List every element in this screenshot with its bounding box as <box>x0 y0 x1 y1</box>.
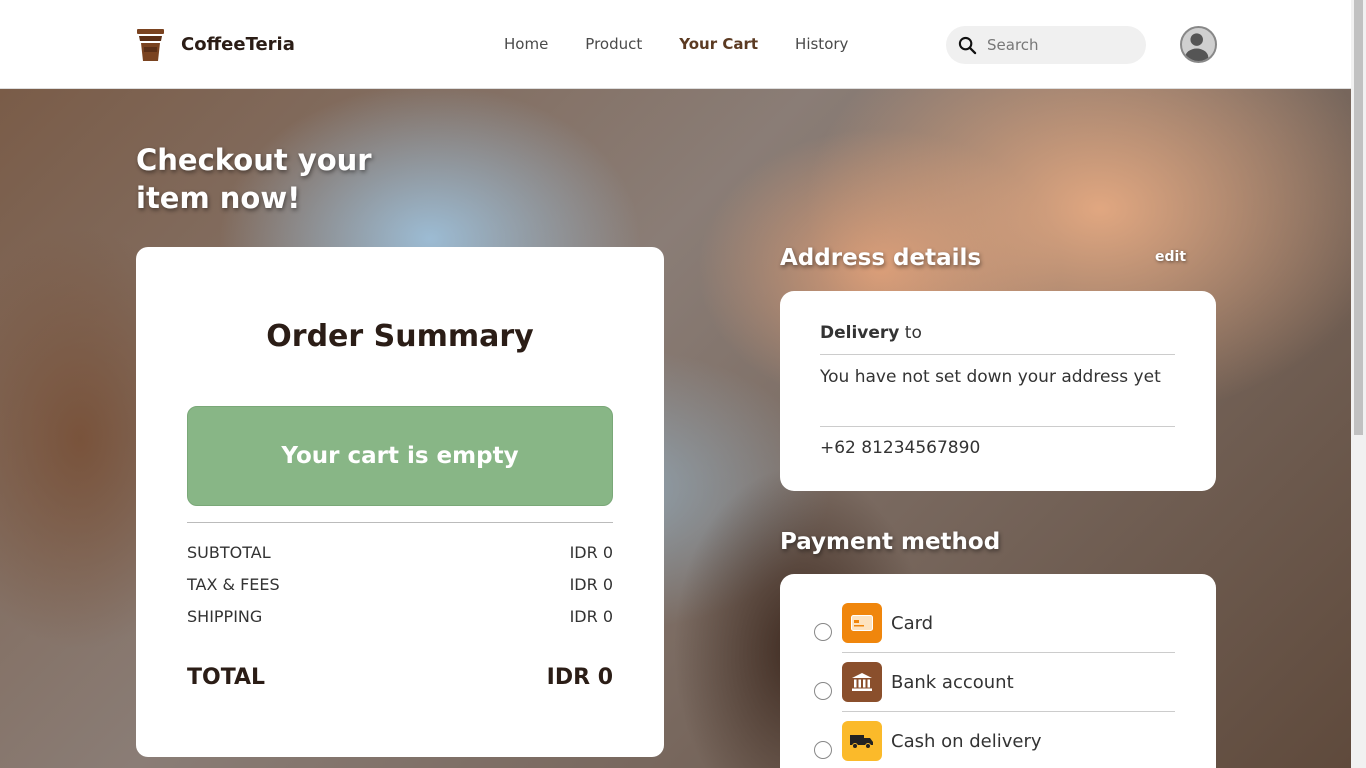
tax-fees-value: IDR 0 <box>569 575 613 594</box>
address-text: You have not set down your address yet <box>820 367 1161 387</box>
coffee-cup-icon[interactable] <box>137 29 164 61</box>
address-divider <box>820 426 1175 427</box>
delivery-line: Delivery to <box>820 320 1175 347</box>
total-value: IDR 0 <box>546 665 613 690</box>
nav-product[interactable]: Product <box>585 35 642 53</box>
subtotal-label: SUBTOTAL <box>187 543 271 562</box>
shipping-label: SHIPPING <box>187 607 263 626</box>
edit-address-link[interactable]: edit <box>1155 249 1186 265</box>
top-navbar: CoffeeTeria Home Product Your Cart Histo… <box>0 0 1351 89</box>
nav-history[interactable]: History <box>795 35 848 53</box>
card-radio[interactable] <box>814 623 832 641</box>
payment-option-bank[interactable]: Bank account <box>780 660 1216 712</box>
nav-home[interactable]: Home <box>504 35 548 53</box>
tax-fees-row: TAX & FEES IDR 0 <box>187 575 613 594</box>
page-title: Checkout your item now! <box>136 143 372 215</box>
address-title: Address details <box>780 245 982 271</box>
delivery-truck-icon <box>842 721 882 761</box>
shipping-row: SHIPPING IDR 0 <box>187 607 613 626</box>
page-scrollbar[interactable] <box>1351 0 1366 768</box>
address-card: Delivery to You have not set down your a… <box>780 291 1216 491</box>
search-box <box>946 26 1146 64</box>
card-icon <box>842 603 882 643</box>
total-label: TOTAL <box>187 665 266 690</box>
nav-your-cart[interactable]: Your Cart <box>679 35 758 53</box>
payment-method-card: Card Bank account Cash on delivery <box>780 574 1216 768</box>
search-input[interactable] <box>987 34 1137 56</box>
card-label: Card <box>891 613 934 634</box>
payment-option-card[interactable]: Card <box>780 601 1216 653</box>
address-divider <box>820 354 1175 355</box>
phone-number: +62 81234567890 <box>820 438 981 458</box>
main-nav: Home Product Your Cart History <box>504 35 885 53</box>
total-row: TOTAL IDR 0 <box>187 665 613 690</box>
empty-cart-banner: Your cart is empty <box>187 406 613 506</box>
tax-fees-label: TAX & FEES <box>187 575 280 594</box>
shipping-value: IDR 0 <box>569 607 613 626</box>
brand-name[interactable]: CoffeeTeria <box>181 34 295 55</box>
payment-divider <box>842 652 1175 653</box>
search-icon[interactable] <box>958 36 977 55</box>
order-summary-title: Order Summary <box>266 319 534 354</box>
scrollbar-thumb[interactable] <box>1354 0 1363 435</box>
order-summary-card: Order Summary Your cart is empty SUBTOTA… <box>136 247 664 757</box>
subtotal-value: IDR 0 <box>569 543 613 562</box>
user-avatar-icon[interactable] <box>1180 26 1217 63</box>
cod-label: Cash on delivery <box>891 731 1042 752</box>
cod-radio[interactable] <box>814 741 832 759</box>
delivery-label: Delivery <box>820 323 900 343</box>
subtotal-row: SUBTOTAL IDR 0 <box>187 543 613 562</box>
delivery-to: to <box>899 323 922 343</box>
bank-icon <box>842 662 882 702</box>
payment-title: Payment method <box>780 529 1001 555</box>
bank-label: Bank account <box>891 672 1014 693</box>
bank-radio[interactable] <box>814 682 832 700</box>
payment-option-cod[interactable]: Cash on delivery <box>780 719 1216 768</box>
payment-divider <box>842 711 1175 712</box>
summary-divider <box>187 522 613 523</box>
